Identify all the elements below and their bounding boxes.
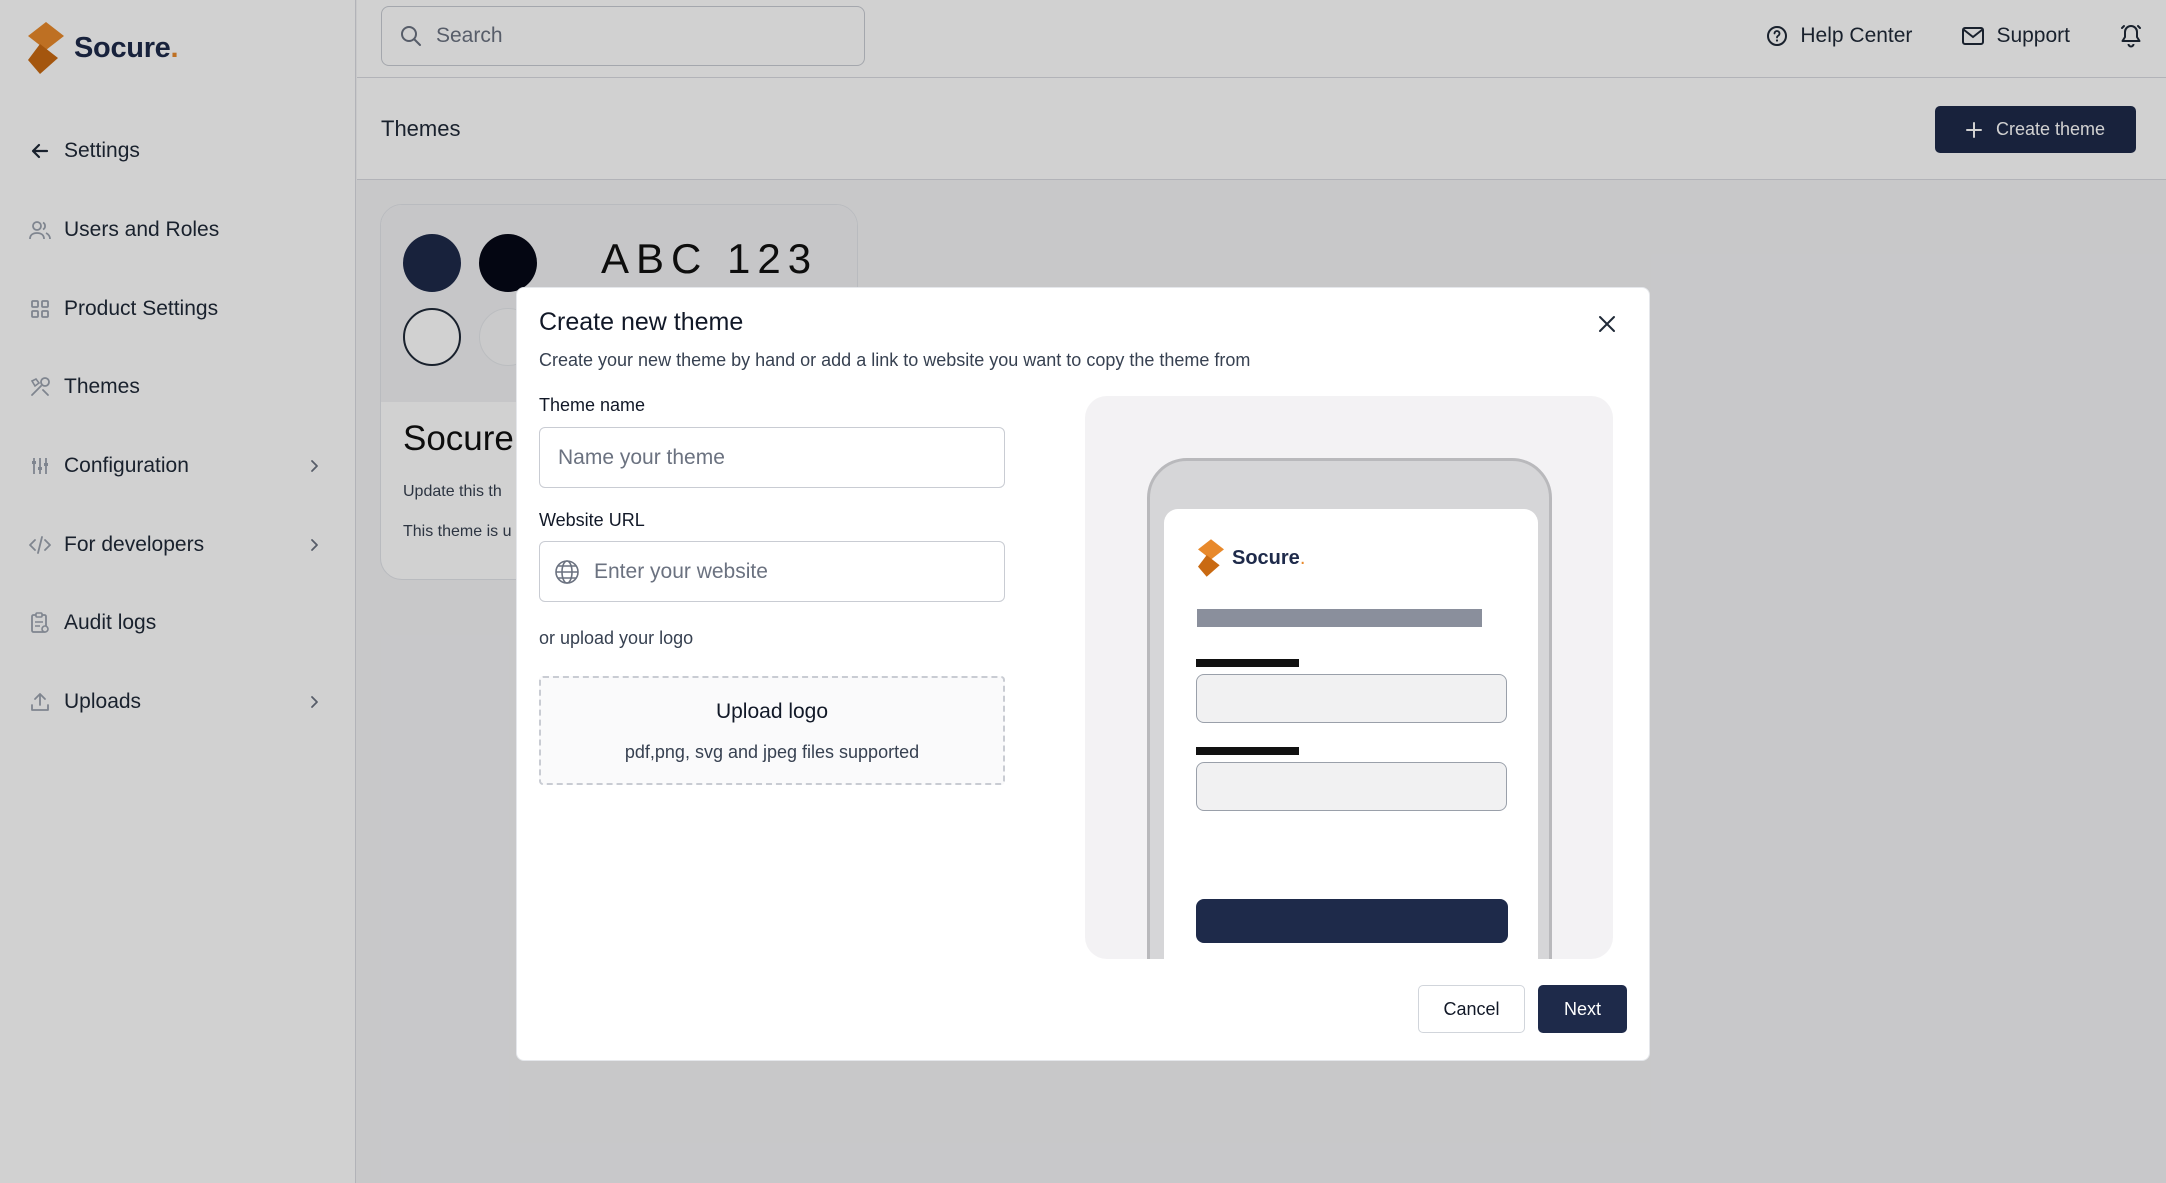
phone-mockup: Socure. [1147,458,1552,959]
close-icon[interactable] [1593,310,1621,338]
create-theme-modal: Create new theme Create your new theme b… [516,287,1650,1061]
website-url-field[interactable]: Enter your website [539,541,1005,602]
upload-logo-hint: or upload your logo [539,628,694,648]
cancel-button[interactable]: Cancel [1418,985,1525,1033]
preview-input [1196,674,1507,723]
upload-logo-formats: pdf,png, svg and jpeg files supported [624,742,920,762]
theme-name-field[interactable]: Name your theme [539,427,1005,488]
modal-title: Create new theme [539,308,744,336]
modal-subtitle: Create your new theme by hand or add a l… [539,350,1251,370]
upload-logo-dropzone[interactable]: Upload logo pdf,png, svg and jpeg files … [539,676,1005,785]
preview-input [1196,762,1507,811]
upload-logo-title: Upload logo [715,700,829,723]
preview-button [1196,899,1508,943]
preview-logo-mark-icon [1198,539,1224,577]
theme-preview-panel: Socure. [1085,396,1613,959]
website-url-label: Website URL [539,510,645,530]
phone-screen: Socure. [1164,509,1538,959]
preview-label-bar [1196,747,1299,755]
next-button[interactable]: Next [1538,985,1627,1033]
website-url-placeholder: Enter your website [594,559,768,583]
preview-logo: Socure. [1198,539,1305,577]
theme-name-label: Theme name [539,395,646,415]
preview-heading-bar [1197,609,1482,627]
globe-icon [555,559,579,584]
theme-name-placeholder: Name your theme [558,445,725,469]
preview-label-bar [1196,659,1299,667]
preview-logo-text: Socure. [1232,546,1306,569]
